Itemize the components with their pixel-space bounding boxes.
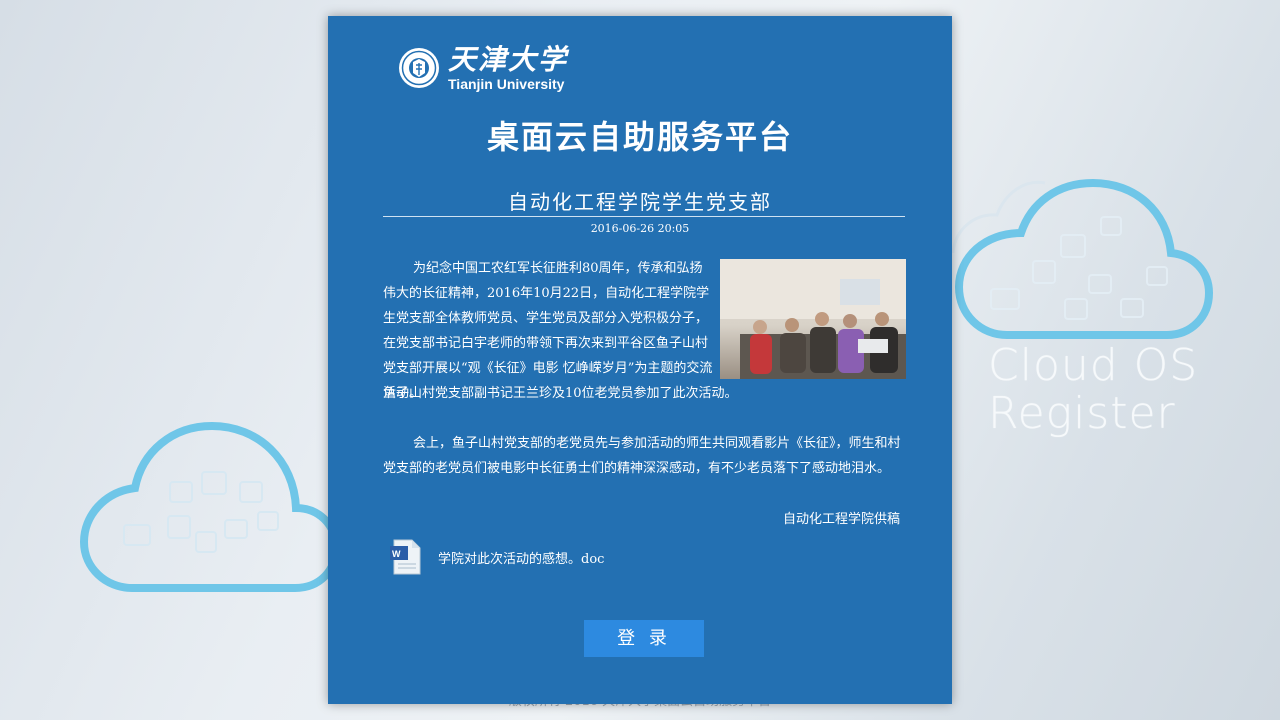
article-paragraph-2-text: 会上，鱼子山村党支部的老党员先与参加活动的师生共同观看影片《长征》，师生和村党支…	[383, 436, 901, 476]
article-photo	[720, 259, 906, 379]
university-seal-icon	[399, 48, 439, 88]
article-paragraph-1-text: 为纪念中国工农红军长征胜利80周年，传承和弘扬伟大的长征精神，2016年10月2…	[383, 261, 713, 401]
article-paragraph-1-continued: 鱼子山村党支部副书记王兰珍及10位老党员参加了此次活动。	[383, 386, 738, 401]
register-line: Register	[988, 388, 1176, 439]
cloud-graphic-left	[80, 421, 340, 592]
cloud-os-register-text: Cloud OS Register	[988, 342, 1198, 438]
title-divider	[383, 216, 905, 217]
main-panel: 天津大学 Tianjin University 桌面云自助服务平台 自动化工程学…	[328, 16, 952, 704]
article-paragraph-2: 会上，鱼子山村党支部的老党员先与参加活动的师生共同观看影片《长征》，师生和村党支…	[383, 431, 913, 481]
logo-english-name: Tianjin University	[448, 75, 565, 92]
article-source: 自动化工程学院供稿	[782, 512, 900, 527]
cloud-os-line: Cloud OS	[988, 340, 1199, 391]
logo-chinese-name: 天津大学	[448, 42, 569, 76]
svg-text:W: W	[392, 549, 401, 559]
university-logo: 天津大学 Tianjin University	[398, 44, 568, 92]
word-document-icon: W	[390, 539, 421, 575]
article-title: 自动化工程学院学生党支部	[508, 190, 772, 214]
login-button[interactable]: 登 录	[584, 620, 704, 657]
attachment-link[interactable]: W 学院对此次活动的感想。doc	[388, 538, 604, 576]
cloud-graphic-right	[951, 178, 1214, 339]
attachment-filename[interactable]: 学院对此次活动的感想。doc	[438, 548, 604, 567]
article-datetime: 2016-06-26 20:05	[590, 222, 690, 235]
platform-title: 桌面云自助服务平台	[486, 118, 793, 156]
